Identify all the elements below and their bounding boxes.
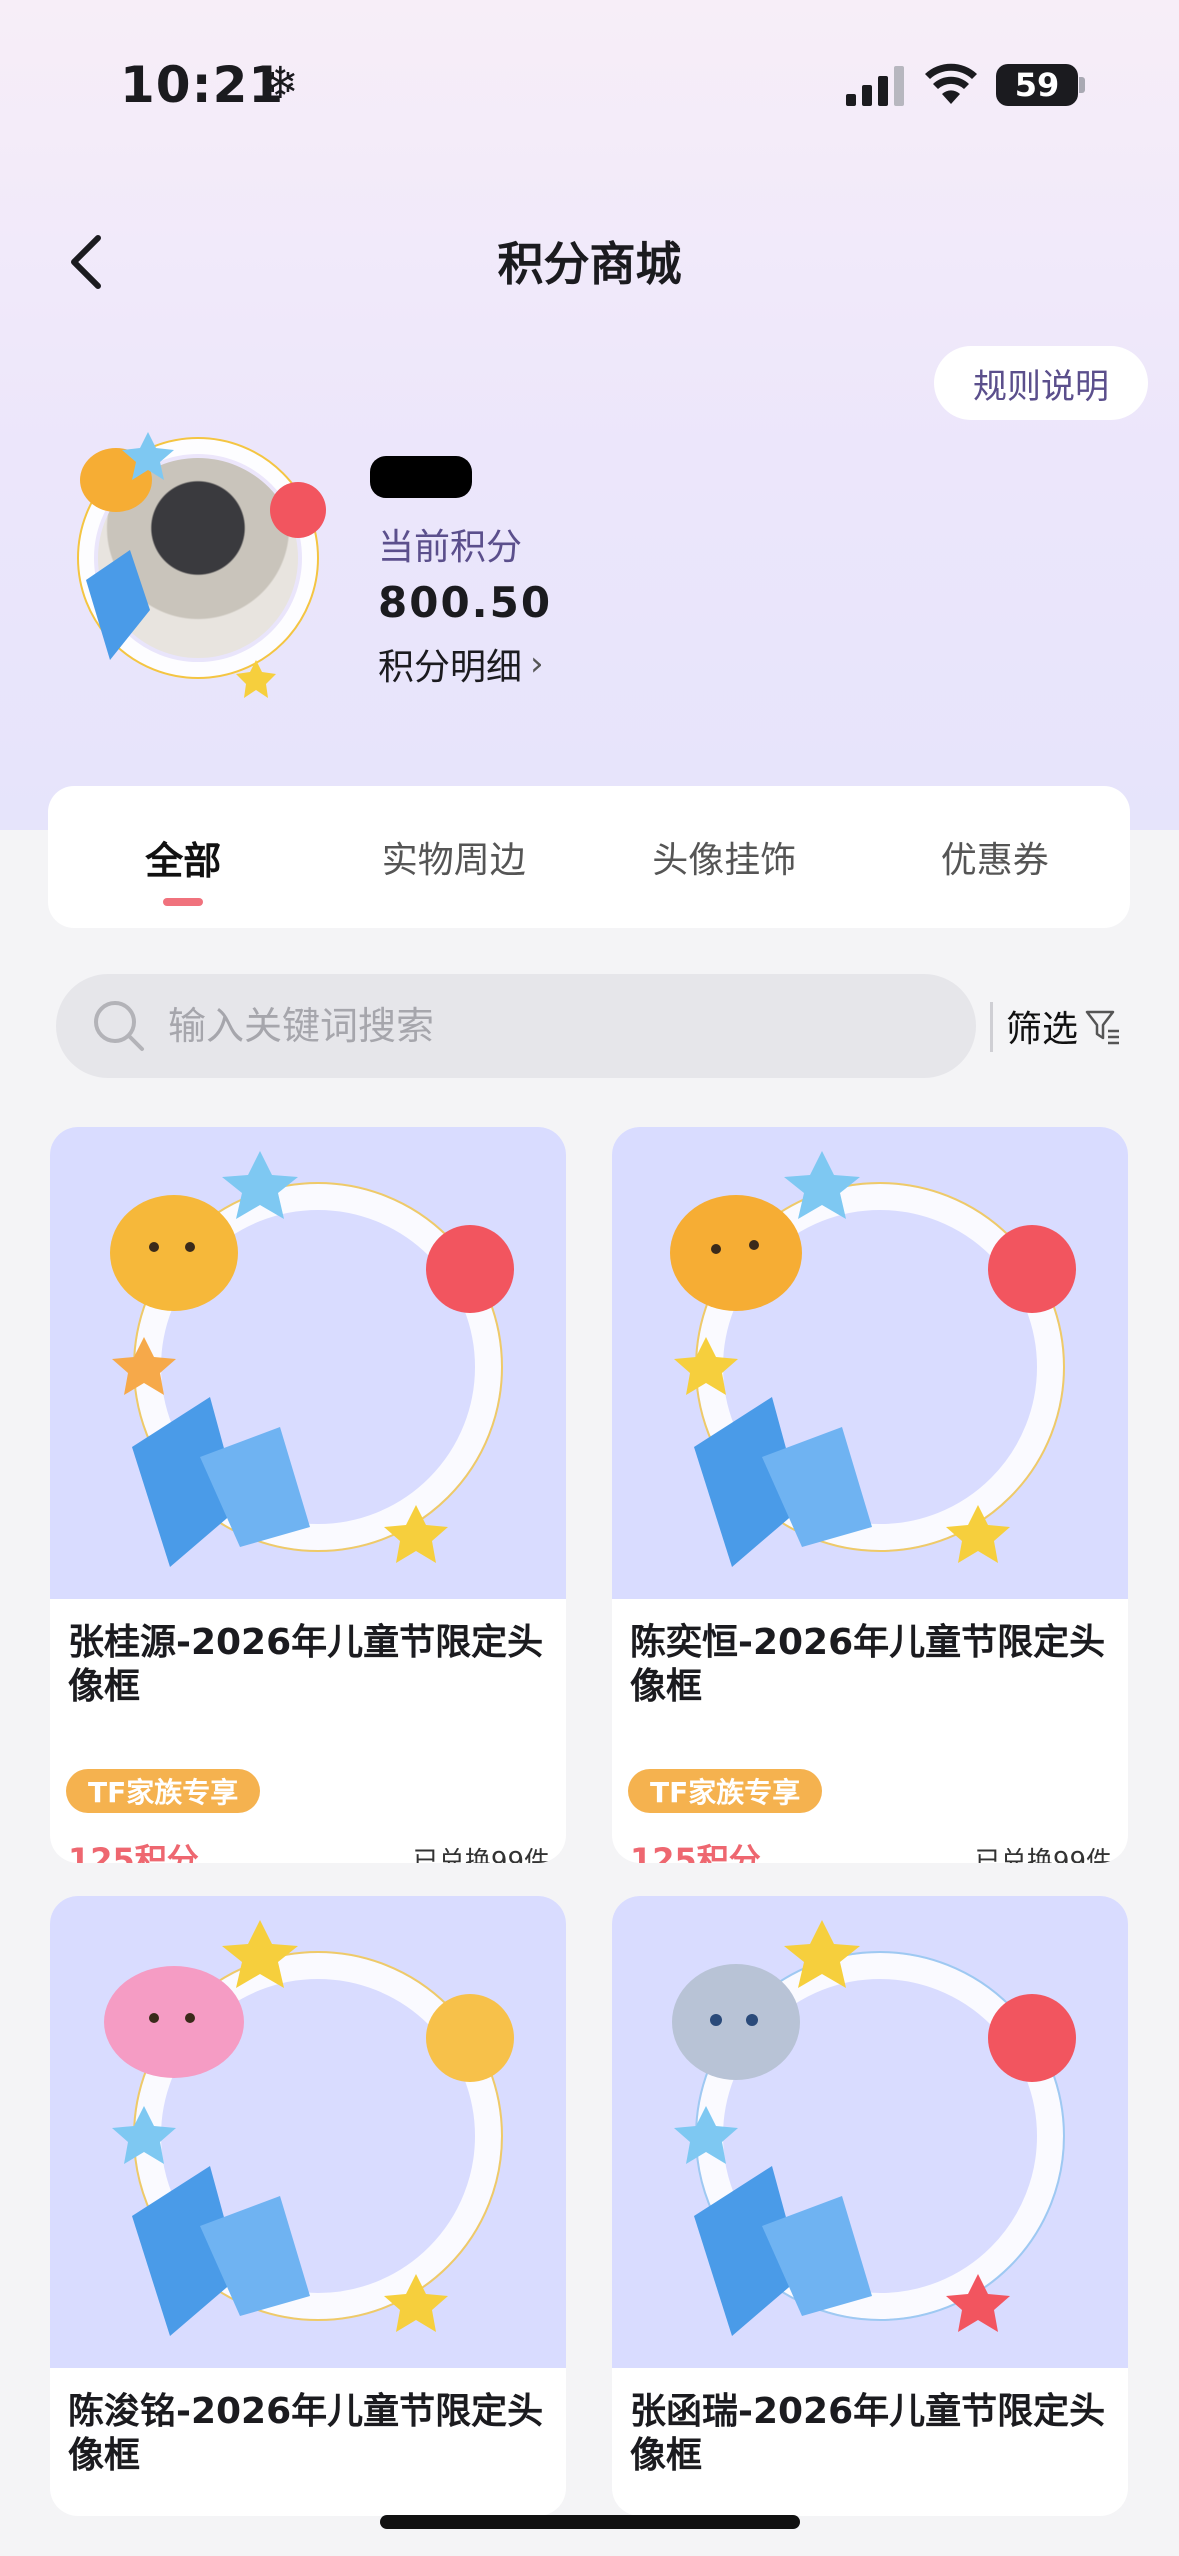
avatar-frame-preview bbox=[670, 1151, 1076, 1567]
rules-button[interactable]: 规则说明 bbox=[934, 346, 1148, 420]
chevron-right-icon: › bbox=[530, 644, 544, 684]
avatar-frame-decoration bbox=[77, 432, 326, 698]
avatar-with-frame[interactable] bbox=[40, 410, 340, 710]
product-image bbox=[50, 1896, 566, 2368]
filter-label: 筛选 bbox=[1006, 1009, 1079, 1050]
exclusive-badge: TF家族专享 bbox=[628, 1769, 823, 1813]
battery-tip bbox=[1079, 77, 1085, 93]
search-icon bbox=[94, 1001, 144, 1051]
product-title: 张桂源-2026年儿童节限定头像框 bbox=[68, 1622, 544, 1707]
tab-physical-merch[interactable]: 实物周边 bbox=[319, 786, 590, 928]
product-card[interactable]: 陈浚铭-2026年儿童节限定头像框 bbox=[50, 1896, 566, 2516]
product-image bbox=[612, 1896, 1128, 2368]
tab-avatar-frames[interactable]: 头像挂饰 bbox=[589, 786, 860, 928]
tab-all[interactable]: 全部 bbox=[48, 786, 319, 928]
product-title: 张函瑞-2026年儿童节限定头像框 bbox=[630, 2391, 1106, 2476]
product-price: 125积分 bbox=[630, 1841, 761, 1863]
avatar-frame-preview bbox=[104, 1920, 514, 2336]
battery-level: 59 bbox=[1014, 66, 1060, 104]
points-detail-label: 积分明细 bbox=[378, 647, 523, 688]
status-bar: 10:21 ❄ 59 bbox=[0, 0, 1179, 150]
battery-icon: 59 bbox=[996, 64, 1078, 106]
wifi-icon bbox=[925, 63, 977, 104]
product-image bbox=[612, 1127, 1128, 1599]
home-indicator bbox=[380, 2515, 800, 2529]
filter-divider bbox=[990, 1002, 993, 1052]
snowflake-icon: ❄ bbox=[262, 58, 299, 109]
avatar-frame-preview bbox=[672, 1920, 1076, 2336]
product-price: 125积分 bbox=[68, 1841, 199, 1863]
tab-coupons[interactable]: 优惠券 bbox=[860, 786, 1131, 928]
filter-icon bbox=[1085, 1010, 1120, 1045]
status-time: 10:21 bbox=[120, 56, 285, 114]
cellular-signal-icon bbox=[846, 66, 904, 106]
category-tabs: 全部 实物周边 头像挂饰 优惠券 bbox=[48, 786, 1130, 928]
redeemed-count: 已兑换99件 bbox=[974, 1847, 1112, 1863]
points-detail-link[interactable]: 积分明细 › bbox=[378, 638, 544, 690]
product-title: 陈浚铭-2026年儿童节限定头像框 bbox=[68, 2391, 544, 2476]
product-card[interactable]: 陈奕恒-2026年儿童节限定头像框 TF家族专享 125积分 已兑换99件 bbox=[612, 1127, 1128, 1863]
avatar-frame-preview bbox=[110, 1151, 514, 1567]
product-image bbox=[50, 1127, 566, 1599]
username-redacted bbox=[370, 456, 472, 498]
points-value: 800.50 bbox=[378, 578, 553, 627]
page-title: 积分商城 bbox=[497, 237, 682, 291]
product-card[interactable]: 张桂源-2026年儿童节限定头像框 TF家族专享 125积分 已兑换99件 bbox=[50, 1127, 566, 1863]
search-bar bbox=[56, 974, 976, 1078]
points-label: 当前积分 bbox=[378, 527, 523, 568]
search-input[interactable] bbox=[168, 1004, 868, 1048]
filter-button[interactable]: 筛选 bbox=[1006, 996, 1122, 1056]
product-card[interactable]: 张函瑞-2026年儿童节限定头像框 bbox=[612, 1896, 1128, 2516]
redeemed-count: 已兑换99件 bbox=[412, 1847, 550, 1863]
product-title: 陈奕恒-2026年儿童节限定头像框 bbox=[630, 1622, 1106, 1707]
exclusive-badge: TF家族专享 bbox=[66, 1769, 261, 1813]
